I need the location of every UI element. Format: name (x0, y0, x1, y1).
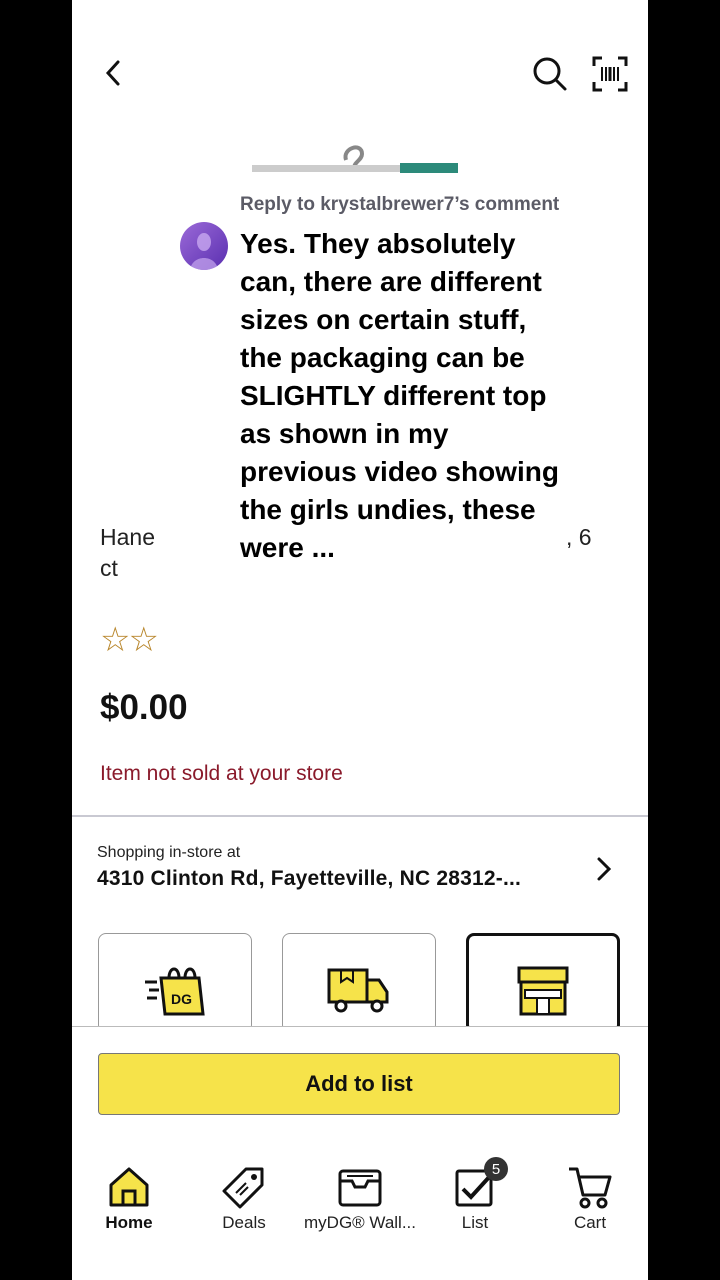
nav-wallet[interactable]: myDG® Wall... (304, 1165, 417, 1233)
product-name-left-2: ct (100, 555, 118, 581)
avatar (180, 222, 228, 270)
pickup-bag-icon: DG (145, 967, 205, 1016)
in-store-option[interactable] (466, 933, 620, 1033)
store-icon (517, 966, 569, 1016)
nav-cart-label: Cart (573, 1213, 607, 1232)
add-to-list-button[interactable]: Add to list (98, 1053, 620, 1115)
list-count-badge: 5 (484, 1157, 508, 1181)
chevron-right-icon (597, 857, 612, 881)
reply-to-label: Reply to krystalbrewer7’s comment (240, 194, 560, 215)
tag-icon (222, 1167, 264, 1209)
search-icon (533, 57, 567, 91)
comment-reply: Reply to krystalbrewer7’s comment Yes. T… (240, 192, 570, 567)
back-button[interactable] (96, 56, 130, 90)
store-address: 4310 Clinton Rd, Fayetteville, NC 28312-… (97, 867, 522, 890)
wallet-icon (338, 1169, 382, 1207)
chevron-left-icon (105, 60, 120, 86)
svg-text:DG: DG (171, 991, 192, 1007)
nav-home-label: Home (105, 1213, 153, 1232)
delivery-option[interactable] (282, 933, 436, 1033)
store-label: Shopping in-store at (97, 844, 241, 861)
nav-deals[interactable]: Deals (189, 1165, 299, 1233)
cart-icon (569, 1167, 612, 1209)
product-image (252, 145, 458, 173)
rating-stars: ☆☆ (100, 621, 159, 659)
nav-deals-label: Deals (222, 1213, 266, 1232)
screen: Hane , 6 ct ☆☆ $0.00 Item not sold at yo… (72, 0, 648, 1280)
nav-cart[interactable]: Cart (535, 1165, 645, 1233)
nav-list-label: List (461, 1213, 489, 1232)
comment-text: Yes. They absolutely can, there are diff… (240, 228, 559, 563)
product-name-left-1: Hane (100, 524, 155, 550)
home-icon (109, 1167, 149, 1207)
delivery-truck-icon (327, 968, 389, 1013)
barcode-scan-icon (592, 56, 628, 92)
pickup-option[interactable]: DG (98, 933, 252, 1033)
divider (72, 815, 648, 817)
nav-list[interactable]: 5 List (420, 1157, 530, 1233)
product-price: $0.00 (100, 688, 188, 727)
scan-button[interactable] (590, 54, 630, 94)
nav-home[interactable]: Home (74, 1165, 184, 1233)
availability-message: Item not sold at your store (100, 762, 343, 785)
nav-wallet-label: myDG® Wall... (304, 1213, 417, 1232)
search-button[interactable] (530, 54, 570, 94)
